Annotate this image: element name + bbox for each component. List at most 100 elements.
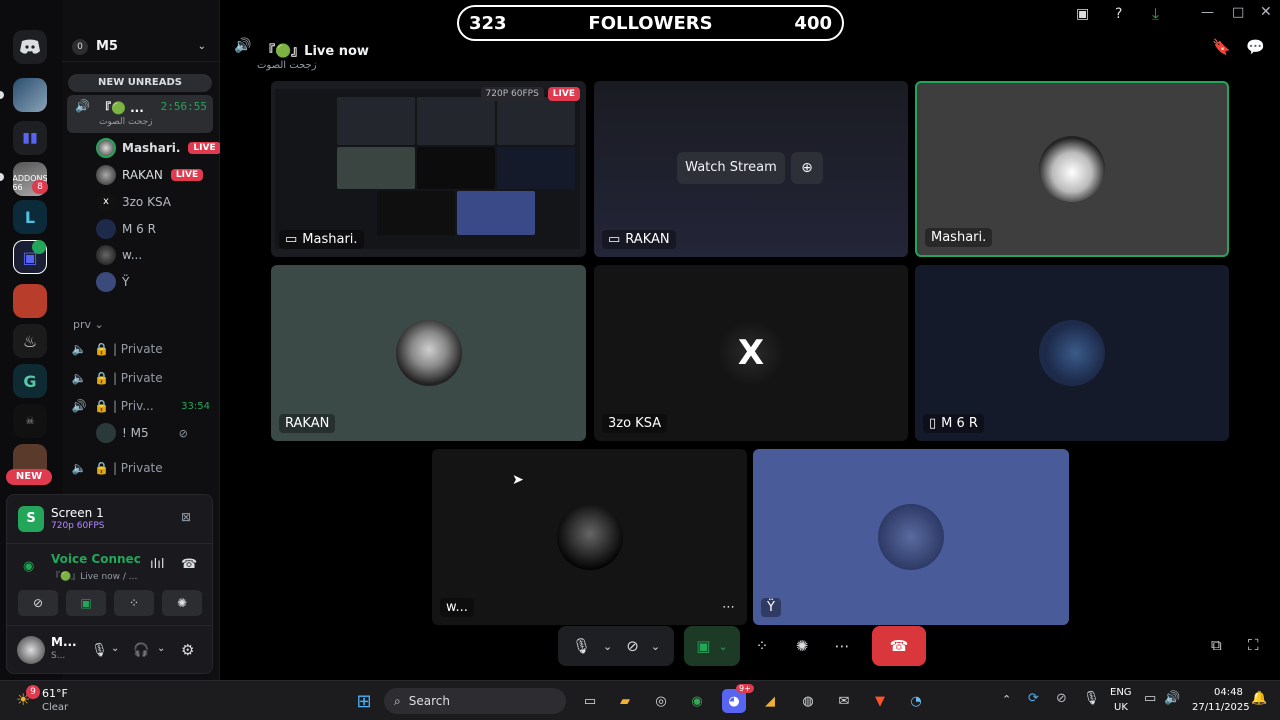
file-explorer-icon[interactable]: ▰ <box>613 689 637 713</box>
chevron-down-icon[interactable]: ⌄ <box>603 640 612 653</box>
video-tile-stream[interactable]: Watch Stream ⊕ ▭ RAKAN <box>594 81 908 257</box>
voice-member[interactable]: RAKAN LIVE <box>96 164 204 186</box>
chat-icon[interactable]: 💬 <box>1246 38 1265 56</box>
display-icon[interactable]: ▭ <box>1144 691 1156 706</box>
member-name: w... <box>122 248 143 262</box>
lang-indicator[interactable]: ENG <box>1110 687 1132 698</box>
end-call-button[interactable]: ☎ <box>872 626 926 666</box>
chevron-down-icon[interactable]: ⌄ <box>111 643 119 654</box>
server-icon-phoenix[interactable] <box>13 284 47 318</box>
headphones-icon[interactable]: 🎧 <box>133 643 149 658</box>
voice-member[interactable]: x 3zo KSA <box>96 191 171 213</box>
voice-member[interactable]: w... <box>96 244 142 266</box>
mic-icon[interactable]: 🎙 <box>91 643 108 658</box>
category-prv[interactable]: prv ⌄ <box>73 318 104 331</box>
new-unreads-pill[interactable]: NEW UNREADS <box>68 74 212 92</box>
server-header[interactable]: 0 M5 ⌄ <box>62 32 220 62</box>
video-tile-user[interactable]: Ÿ <box>753 449 1069 625</box>
download-icon[interactable]: ⤓ <box>1152 4 1159 24</box>
chrome-icon[interactable]: ◉ <box>685 689 709 713</box>
mic-icon[interactable]: 🎙 <box>1083 691 1100 706</box>
volume-icon[interactable]: 🔊 <box>1164 691 1180 706</box>
speaker-icon: 🔊 <box>234 38 252 54</box>
server-icon-devil[interactable]: ☠ <box>13 404 47 438</box>
soundboard-button[interactable]: ✺ <box>784 626 820 666</box>
followers-title: FOLLOWERS <box>588 13 713 34</box>
close-stream-icon[interactable]: ⊠ <box>181 510 191 524</box>
camera-off-button[interactable]: ⊘ <box>18 590 58 616</box>
maximize-icon[interactable]: □ <box>1232 5 1244 20</box>
camera-off-icon[interactable]: ⊘ <box>626 637 639 655</box>
obs-icon[interactable]: ◍ <box>796 689 820 713</box>
channel-topic[interactable]: زجحت الصوت <box>257 60 317 71</box>
voice-member[interactable]: M 6 R <box>96 218 156 240</box>
share-screen-button[interactable]: ▣ <box>66 590 106 616</box>
server-icon-lv[interactable]: L <box>13 200 47 234</box>
mic-control-group: 🎙 ⌄ ⊘ ⌄ <box>558 626 674 666</box>
server-icon-g[interactable]: G <box>13 364 47 398</box>
mic-icon[interactable]: 🎙 <box>572 637 591 655</box>
voice-member[interactable]: Mashari. LIVE <box>96 137 221 159</box>
private-channel[interactable]: 🔈 🔒 | Private <box>70 367 210 389</box>
noise-suppression-icon[interactable]: ılıl <box>150 557 164 572</box>
avatar[interactable] <box>17 636 45 664</box>
video-tile-stream[interactable]: 720P 60FPS LIVE ▭ Mashari. <box>271 81 586 257</box>
video-tile-user[interactable]: Mashari. <box>915 81 1229 257</box>
followers-goal: 400 <box>794 13 832 34</box>
channel-title: 『🟢』Live now <box>262 44 369 59</box>
private-channel[interactable]: 🔈 🔒 | Private <box>70 338 210 360</box>
chevron-up-icon[interactable]: ⌃ <box>1002 693 1011 706</box>
more-options-icon[interactable]: ⋯ <box>722 600 735 615</box>
minimize-icon[interactable]: — <box>1201 5 1214 20</box>
gear-icon[interactable]: ⚙ <box>181 641 194 659</box>
app-icon[interactable]: ◎ <box>649 689 673 713</box>
popout-icon[interactable]: ⧉ <box>1211 636 1222 654</box>
server-icon-1[interactable] <box>13 78 47 112</box>
discord-home-button[interactable] <box>13 30 47 64</box>
clock-time[interactable]: 04:48 <box>1214 687 1243 698</box>
server-icon-flame[interactable]: ♨ <box>13 324 47 358</box>
activities-button[interactable]: ⁘ <box>114 590 154 616</box>
voice-channel-link[interactable]: 『🟢』Live now / ... <box>51 569 143 582</box>
voice-member[interactable]: ! M5 ⊘ <box>96 422 188 444</box>
bookmark-icon[interactable]: 🔖 <box>1212 38 1231 56</box>
active-voice-channel[interactable]: 🔊 『🟢 ... 2:56:55 زجحت الصوت <box>67 95 213 133</box>
folder-icon[interactable]: ▮▮ <box>13 121 47 155</box>
more-button[interactable]: ⋯ <box>824 626 860 666</box>
soundboard-button[interactable]: ✺ <box>162 590 202 616</box>
disconnect-icon[interactable]: ☎ <box>181 557 197 572</box>
notification-icon[interactable]: 🔔 <box>1251 691 1267 706</box>
activities-button[interactable]: ⁘ <box>744 626 780 666</box>
signal-icon[interactable]: ◉ <box>23 559 34 574</box>
weather-temp[interactable]: 61°F <box>42 687 68 700</box>
stream-badges: 720P 60FPS LIVE <box>480 87 580 101</box>
help-icon[interactable]: ? <box>1115 6 1122 22</box>
watch-stream-button[interactable]: Watch Stream <box>677 152 785 184</box>
inbox-icon[interactable]: ▣ <box>1076 6 1089 22</box>
private-channel[interactable]: 🔈 🔒 | Private <box>70 457 210 479</box>
chevron-down-icon[interactable]: ⌄ <box>157 643 165 654</box>
screen-share-control[interactable]: ▣ ⌄ <box>684 626 740 666</box>
mail-icon[interactable]: ✉ <box>832 689 856 713</box>
task-view-icon[interactable]: ▭ <box>578 689 602 713</box>
search-box[interactable]: ⌕ Search <box>384 688 566 714</box>
steam-icon[interactable]: ◔ <box>904 689 928 713</box>
windows-start-icon[interactable]: ⊞ <box>352 689 376 713</box>
app-icon[interactable]: ◢ <box>758 689 782 713</box>
voice-member[interactable]: Ÿ <box>96 271 129 293</box>
private-channel[interactable]: 🔊 🔒 | Priv... 33:54 <box>70 395 210 417</box>
popout-stream-icon[interactable]: ⊕ <box>791 152 823 184</box>
chevron-down-icon[interactable]: ⌄ <box>651 640 660 653</box>
network-off-icon[interactable]: ⊘ <box>1056 691 1067 706</box>
close-icon[interactable]: ✕ <box>1260 4 1272 20</box>
fullscreen-icon[interactable]: ⛶ <box>1248 636 1259 654</box>
unread-pip <box>0 91 4 99</box>
video-tile-user[interactable]: X 3zo KSA <box>594 265 908 441</box>
video-tile-user[interactable]: RAKAN <box>271 265 586 441</box>
sync-icon[interactable]: ⟳ <box>1028 691 1039 706</box>
video-tile-user[interactable]: ▯ M 6 R <box>915 265 1229 441</box>
chevron-down-icon: ⌄ <box>197 41 206 52</box>
avatar <box>395 320 462 386</box>
video-tile-user[interactable]: w... ⋯ <box>432 449 747 625</box>
brave-icon[interactable]: ▼ <box>868 689 892 713</box>
